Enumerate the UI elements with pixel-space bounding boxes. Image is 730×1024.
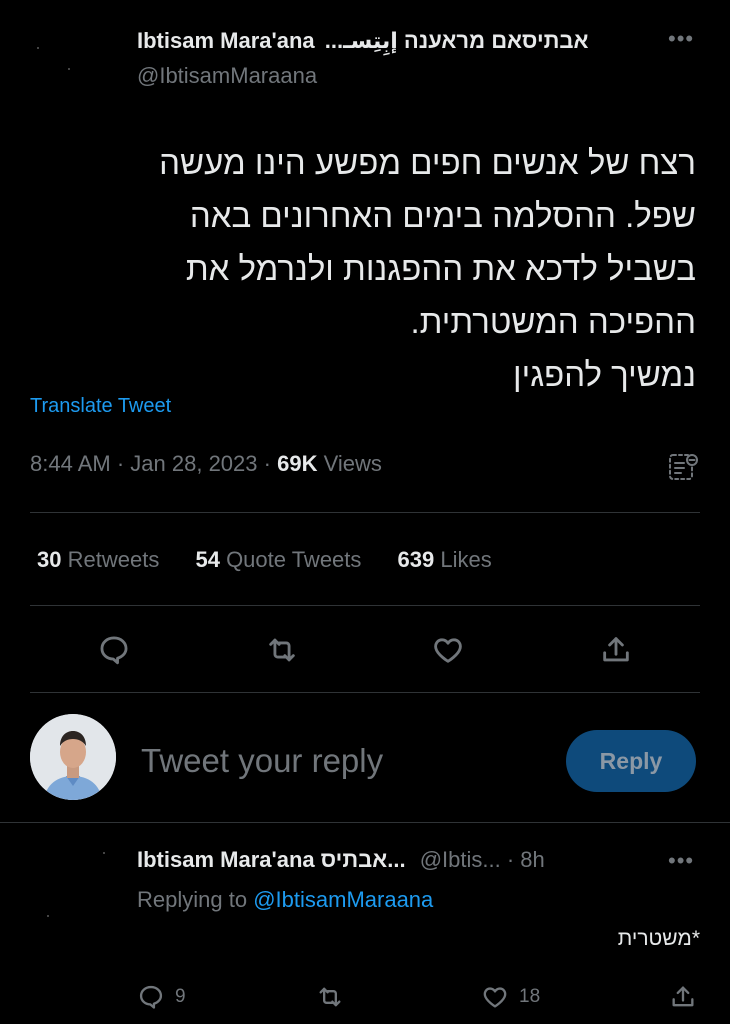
replying-to-handle[interactable]: @IbtisamMaraana — [253, 887, 433, 912]
reply-retweet-action[interactable] — [316, 983, 344, 1011]
meta-separator: · — [116, 451, 125, 476]
reply-icon — [139, 985, 163, 1009]
tweet-text-line: רצח של אנשים חפים מפשע הינו מעשה — [159, 144, 696, 181]
tweet-stats: 30 Retweets 54 Quote Tweets 639 Likes — [37, 547, 522, 573]
views-count: 69K — [277, 451, 318, 476]
reply-handle[interactable]: @Ibtis... — [420, 847, 501, 872]
reply-author-name-alt[interactable]: אבתיס... — [321, 847, 406, 872]
share-icon — [672, 986, 694, 1007]
meta-separator: · — [506, 847, 515, 872]
replying-to: Replying to @IbtisamMaraana — [137, 887, 433, 913]
divider — [30, 605, 700, 606]
likes-stat[interactable]: 639 Likes — [398, 547, 492, 572]
artifact-speck — [37, 47, 39, 49]
quote-tweets-stat[interactable]: 54 Quote Tweets — [195, 547, 361, 572]
heart-icon — [483, 987, 507, 1008]
reply-button[interactable]: Reply — [566, 730, 696, 792]
analytics-icon[interactable] — [668, 452, 700, 482]
reply-text: *משטרית — [617, 927, 700, 950]
reply-header: Ibtisam Mara'ana אבתיס... @Ibtis... · 8h — [137, 847, 545, 873]
likes-label: Likes — [440, 547, 492, 572]
tweet-text: רצח של אנשים חפים מפשע הינו מעשה שפל. הה… — [56, 136, 696, 401]
author-handle[interactable]: @IbtisamMaraana — [137, 63, 317, 89]
views-label: Views — [323, 451, 382, 476]
user-avatar[interactable] — [30, 714, 116, 800]
tweet-text-line: נמשיך להפגין — [513, 356, 696, 393]
more-horizontal-icon[interactable]: ••• — [668, 848, 694, 874]
author-name-alt[interactable]: ...אבתיסאם מראענה إبِتِسـ — [325, 28, 589, 53]
quote-tweets-count: 54 — [195, 547, 220, 572]
author-name-line[interactable]: Ibtisam Mara'ana ...אבתיסאם מראענה إبِتِ… — [137, 28, 588, 54]
share-icon[interactable] — [598, 632, 634, 668]
replying-to-label: Replying to — [137, 887, 248, 912]
translate-tweet-link[interactable]: Translate Tweet — [30, 395, 171, 418]
heart-icon[interactable] — [430, 632, 466, 668]
author-name[interactable]: Ibtisam Mara'ana — [137, 28, 315, 53]
divider — [30, 692, 700, 693]
meta-separator: · — [263, 451, 271, 476]
quote-tweets-label: Quote Tweets — [226, 547, 362, 572]
reply-share-action[interactable] — [669, 983, 697, 1011]
tweet-meta: 8:44 AM · Jan 28, 2023 · 69K Views — [30, 451, 382, 477]
reply-icon[interactable] — [96, 632, 132, 668]
reply-input[interactable]: Tweet your reply — [141, 742, 383, 780]
retweets-label: Retweets — [67, 547, 160, 572]
retweets-stat[interactable]: 30 Retweets — [37, 547, 159, 572]
tweet-text-line: בשביל לדכא את ההפגנות ולנרמל את — [185, 250, 696, 287]
reply-reply-count: 9 — [175, 986, 186, 1007]
retweet-icon — [319, 987, 341, 1007]
divider — [30, 512, 700, 513]
divider — [0, 822, 730, 823]
reply-time[interactable]: 8h — [520, 847, 544, 872]
likes-count: 639 — [397, 547, 435, 572]
artifact-speck — [68, 68, 70, 70]
reply-author-name[interactable]: Ibtisam Mara'ana — [137, 847, 315, 872]
artifact-speck — [103, 852, 105, 854]
retweets-count: 30 — [37, 547, 62, 572]
more-horizontal-icon[interactable]: ••• — [668, 26, 694, 52]
tweet-text-line: שפל. ההסלמה בימים האחרונים באה — [189, 197, 696, 234]
reply-like-count: 18 — [519, 986, 541, 1007]
reply-reply-action[interactable]: 9 — [137, 983, 186, 1011]
tweet-time[interactable]: 8:44 AM — [30, 451, 111, 476]
retweet-icon[interactable] — [264, 632, 300, 668]
artifact-speck — [47, 915, 49, 917]
tweet-date[interactable]: Jan 28, 2023 — [130, 451, 257, 476]
tweet-text-line: ההפיכה המשטרתית. — [410, 303, 697, 340]
reply-like-action[interactable]: 18 — [481, 983, 540, 1011]
